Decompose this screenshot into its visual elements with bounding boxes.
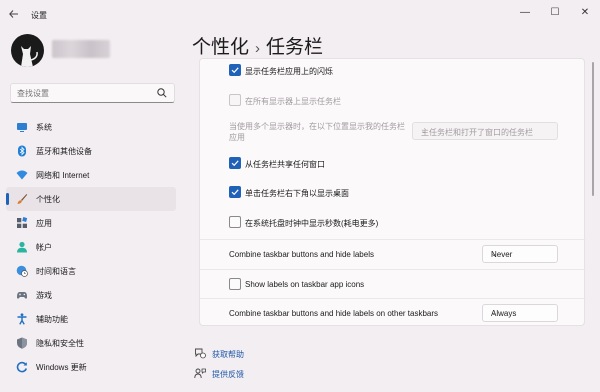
breadcrumb: 个性化 › 任务栏 [192,32,323,59]
sidebar-item-label: 网络和 Internet [36,171,90,180]
flash-checkbox[interactable] [229,64,241,76]
sidebar-item-system[interactable]: 系统 [6,115,176,139]
apps-icon [16,217,28,229]
person-icon [16,241,28,253]
combine-dropdown[interactable]: Never ⌄ [482,245,558,263]
sidebar-item-time-language[interactable]: 时间和语言 [6,259,176,283]
chevron-right-icon: › [255,40,261,57]
sidebar-item-label: 辅助功能 [36,315,68,324]
title-bar: 设置 — ☐ ✕ [0,0,600,30]
seconds-label: 在系统托盘时钟中显示秒数(耗电更多) [245,219,379,228]
combine-other-label: Combine taskbar buttons and hide labels … [229,309,439,318]
sidebar-item-label: 个性化 [36,195,60,204]
close-button[interactable]: ✕ [578,6,592,20]
sidebar-item-accounts[interactable]: 帐户 [6,235,176,259]
search-input[interactable] [17,87,157,100]
help-chat-icon [194,347,206,359]
sidebar-item-windows-update[interactable]: Windows 更新 [6,355,176,379]
sidebar-item-apps[interactable]: 应用 [6,211,176,235]
page-title: 任务栏 [266,37,324,58]
sidebar-item-label: 应用 [36,219,52,228]
setting-row-combine: Combine taskbar buttons and hide labels … [200,239,586,269]
chevron-down-icon: ⌄ [491,251,497,258]
sidebar-nav: 系统 蓝牙和其他设备 网络和 Internet 个性化 应用 帐户 时间和语言 … [6,115,176,379]
update-icon [16,361,28,373]
show-labels-label: Show labels on taskbar app icons [245,280,365,289]
sidebar-item-label: 系统 [36,123,52,132]
gamepad-icon [16,289,28,301]
show-labels-checkbox[interactable] [229,278,241,290]
minimize-button[interactable]: — [518,6,532,20]
monitor-icon [16,121,28,133]
bluetooth-icon [16,145,28,157]
wifi-icon [16,169,28,181]
sidebar-item-label: 帐户 [36,243,52,252]
combine-other-dropdown[interactable]: Always ⌄ [482,304,558,322]
sidebar-item-label: 游戏 [36,291,52,300]
globe-clock-icon [16,265,28,277]
sidebar-item-gaming[interactable]: 游戏 [6,283,176,307]
seconds-checkbox[interactable] [229,216,241,228]
far-corner-label: 单击任务栏右下角以显示桌面 [245,189,349,198]
taskbar-behaviors-panel: 显示任务栏应用上的闪烁 在所有显示器上显示任务栏 当使用多个显示器时，在以下位置… [199,58,586,327]
accessibility-icon [16,313,28,325]
share-window-checkbox[interactable] [229,157,241,169]
setting-row-all-displays: 在所有显示器上显示任务栏 [200,89,586,111]
user-name-blurred [52,40,110,58]
setting-row-seconds: 在系统托盘时钟中显示秒数(耗电更多) [200,211,586,233]
multi-display-dropdown[interactable]: 主任务栏和打开了窗口的任务栏 ⌄ [412,122,558,140]
scrollbar-thumb[interactable] [592,62,594,196]
setting-row-share-window: 从任务栏共享任何窗口 [200,153,586,175]
setting-row-far-corner: 单击任务栏右下角以显示桌面 [200,181,586,203]
multi-display-label: 当使用多个显示器时，在以下位置显示我的任务栏应用 [229,122,405,142]
sidebar-item-bluetooth[interactable]: 蓝牙和其他设备 [6,139,176,163]
flash-label: 显示任务栏应用上的闪烁 [245,67,333,76]
setting-row-multi-display: 当使用多个显示器时，在以下位置显示我的任务栏应用 主任务栏和打开了窗口的任务栏 … [200,117,586,151]
sidebar-item-personalization[interactable]: 个性化 [6,187,176,211]
active-indicator [6,193,9,205]
sidebar-item-label: 蓝牙和其他设备 [36,147,92,156]
combine-label: Combine taskbar buttons and hide labels [229,250,374,259]
sidebar-item-network[interactable]: 网络和 Internet [6,163,176,187]
sidebar-item-label: Windows 更新 [36,363,87,372]
chevron-down-icon: ⌄ [421,128,427,135]
all-displays-checkbox[interactable] [229,94,241,106]
far-corner-checkbox[interactable] [229,186,241,198]
maximize-button[interactable]: ☐ [548,6,562,20]
breadcrumb-parent[interactable]: 个性化 [192,37,249,58]
all-displays-label: 在所有显示器上显示任务栏 [245,97,341,106]
chevron-down-icon: ⌄ [491,310,497,317]
app-title: 设置 [31,11,47,20]
search-icon[interactable] [156,87,168,99]
share-window-label: 从任务栏共享任何窗口 [245,160,325,169]
setting-row-combine-other: Combine taskbar buttons and hide labels … [200,298,586,327]
sidebar-item-accessibility[interactable]: 辅助功能 [6,307,176,331]
back-arrow-icon[interactable] [8,8,22,22]
sidebar-item-label: 时间和语言 [36,267,76,276]
brush-icon [16,193,28,205]
sidebar-item-privacy[interactable]: 隐私和安全性 [6,331,176,355]
avatar[interactable] [11,34,44,67]
search-box[interactable] [10,83,175,103]
setting-row-show-labels: Show labels on taskbar app icons [200,269,586,298]
sidebar-item-label: 隐私和安全性 [36,339,84,348]
setting-row-flash: 显示任务栏应用上的闪烁 [200,59,586,81]
feedback-person-icon [194,367,206,379]
shield-icon [16,337,28,349]
